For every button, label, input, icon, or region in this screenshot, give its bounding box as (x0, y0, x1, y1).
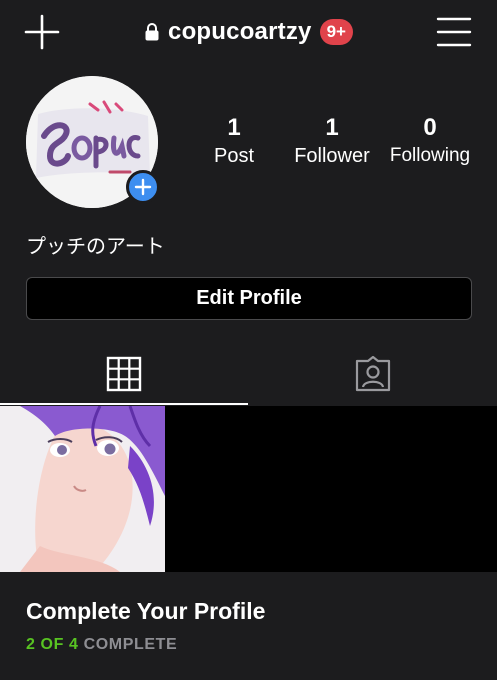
active-tab-indicator (0, 403, 248, 405)
complete-profile-progress: 2 OF 4 COMPLETE (26, 636, 177, 654)
tagged-person-icon (355, 356, 391, 392)
lock-icon (145, 23, 159, 41)
plus-circle-icon (134, 178, 152, 196)
progress-label: COMPLETE (83, 636, 178, 653)
complete-profile-title: Complete Your Profile (26, 598, 266, 624)
post-thumbnail[interactable] (0, 406, 165, 572)
following-count: 0 (423, 114, 437, 141)
post-illustration (0, 406, 165, 572)
followers-label: Follower (294, 145, 370, 167)
posts-count: 1 (227, 114, 241, 141)
add-story-button[interactable] (126, 170, 160, 204)
posts-label: Post (213, 145, 255, 167)
username: copucoartzy (168, 18, 312, 45)
tab-grid[interactable] (0, 342, 248, 406)
followers-count: 1 (325, 114, 339, 141)
posts-grid (0, 406, 497, 572)
following-stat[interactable]: 0 Following (386, 114, 474, 170)
grid-icon (106, 356, 142, 392)
posts-stat[interactable]: 1 Post (204, 114, 264, 170)
menu-button[interactable] (436, 14, 472, 50)
hamburger-menu-icon (436, 17, 472, 47)
display-name: プッチのアート (26, 234, 165, 258)
tab-tagged[interactable] (249, 342, 497, 406)
followers-stat[interactable]: 1 Follower (288, 114, 376, 170)
edit-profile-button[interactable]: Edit Profile (26, 277, 472, 320)
profile-tabs (0, 342, 497, 406)
progress-count: 2 OF 4 (26, 636, 79, 653)
account-switcher[interactable]: copucoartzy 9+ (0, 14, 497, 50)
top-bar: copucoartzy 9+ (0, 0, 497, 66)
notification-badge: 9+ (319, 19, 353, 45)
following-label: Following (389, 145, 471, 166)
